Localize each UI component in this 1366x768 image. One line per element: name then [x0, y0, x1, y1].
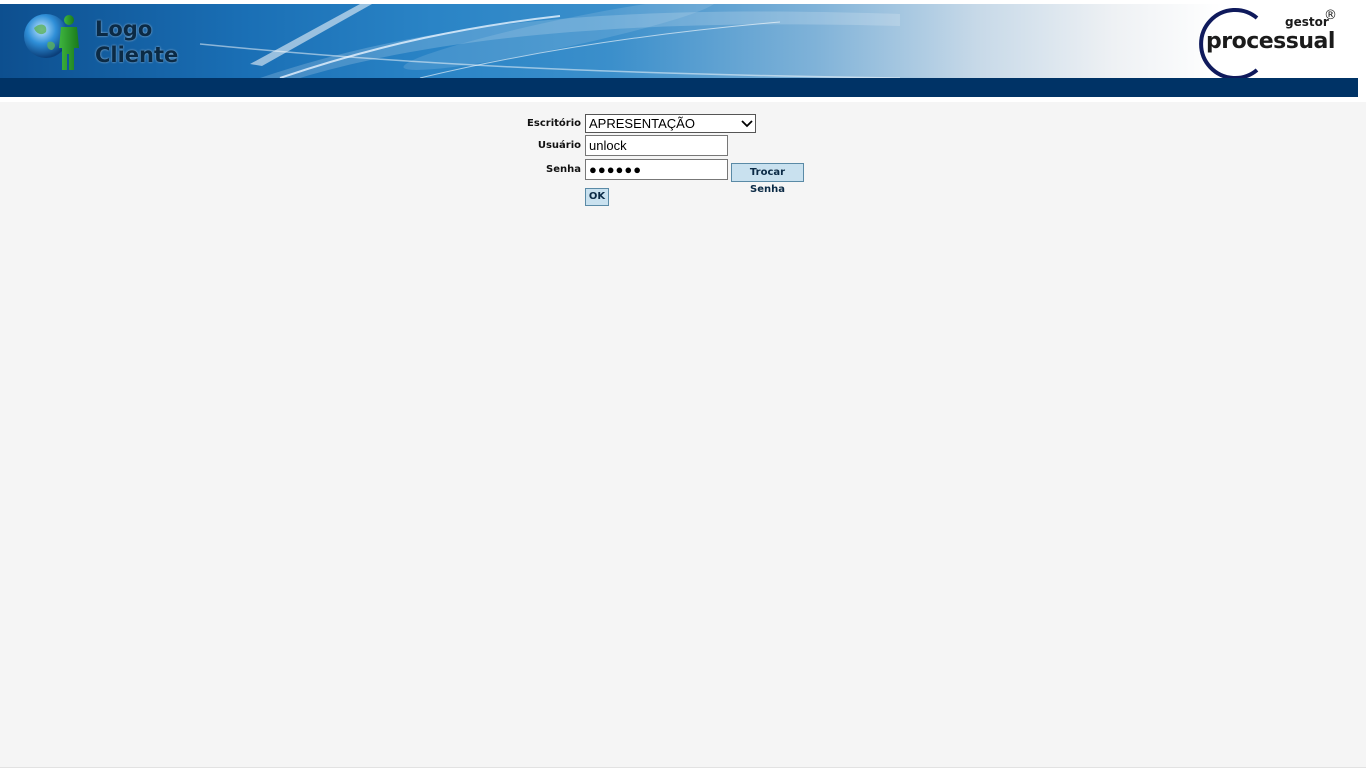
brand-logo-name: processual	[1206, 29, 1335, 54]
client-logo-text: Logo Cliente	[95, 16, 178, 68]
page-header: Logo Cliente gestor ® processual	[0, 0, 1358, 97]
password-label: Senha	[546, 164, 581, 175]
ok-button[interactable]: OK	[585, 188, 609, 206]
username-input[interactable]	[585, 135, 728, 156]
banner-swoosh-graphic	[199, 4, 901, 78]
username-label: Usuário	[537, 140, 581, 151]
header-banner	[0, 4, 1358, 78]
change-password-button[interactable]: Trocar Senha	[731, 163, 804, 195]
office-select-value: APRESENTAÇÃO	[589, 116, 695, 131]
chevron-down-icon	[741, 120, 753, 128]
brand-logo-prefix: gestor	[1285, 15, 1329, 29]
brand-logo-registered-mark: ®	[1324, 8, 1337, 23]
client-logo-line2: Cliente	[95, 43, 179, 67]
office-select[interactable]: APRESENTAÇÃO	[585, 114, 756, 133]
login-area: Escritório APRESENTAÇÃO Usuário Senha Tr…	[0, 102, 1366, 768]
password-input[interactable]	[585, 159, 728, 180]
office-label: Escritório	[527, 118, 581, 129]
client-logo-line1: Logo	[95, 17, 153, 41]
navigation-bar	[0, 78, 1358, 97]
